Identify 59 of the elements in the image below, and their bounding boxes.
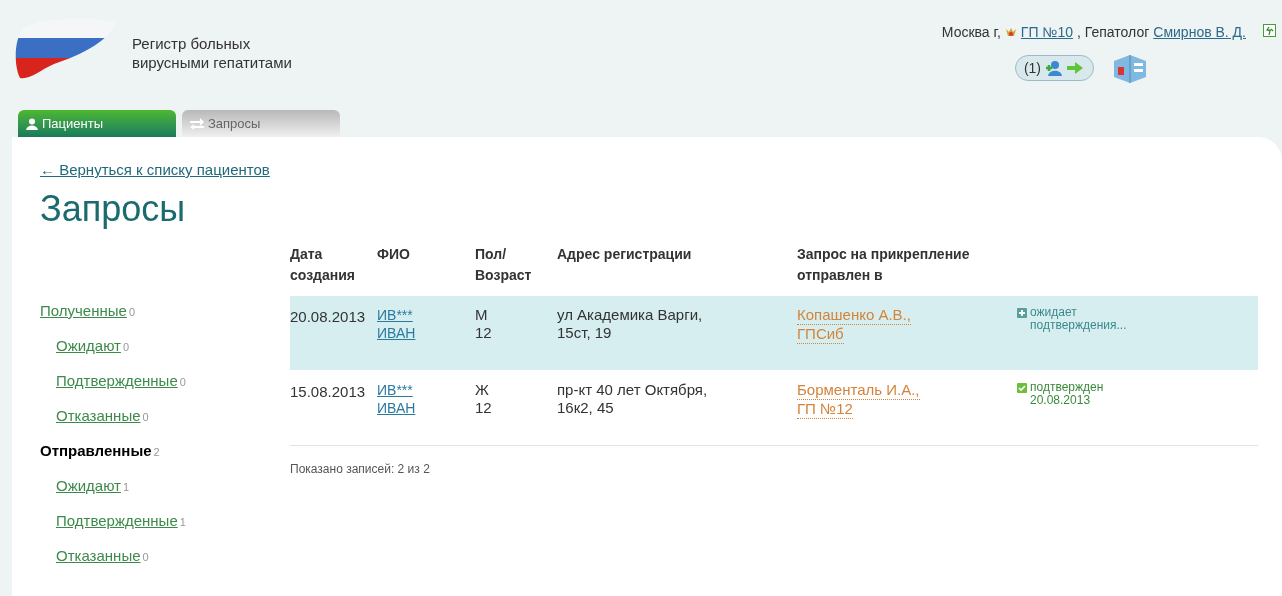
date-cell-text: 20.08.2013: [290, 306, 367, 327]
sidebar-item[interactable]: Отправленные: [40, 439, 152, 463]
sidebar-link[interactable]: Ожидают: [56, 334, 121, 358]
person-icon: [26, 117, 38, 130]
arrows-icon: [190, 117, 204, 130]
address-cell-text: ул Академика Варги, 15ст, 19: [556, 305, 704, 343]
emblem-icon: [1004, 26, 1017, 39]
sex-cell-text: Ж: [475, 380, 490, 399]
exit-icon[interactable]: [1263, 24, 1276, 37]
role-label: Гепатолог: [1084, 23, 1150, 42]
count: 0: [128, 305, 136, 321]
status-text: подтвержден 20.08.2013: [1030, 380, 1104, 409]
sidebar-link[interactable]: Подтвержденные: [56, 369, 178, 393]
age-cell-text: 12: [475, 398, 493, 417]
records-count: Показано записей: 2 из 2: [290, 460, 431, 478]
count: 0: [142, 550, 149, 566]
status-text: ожидает подтверждения...: [1030, 305, 1127, 334]
checkbox-icon: [1017, 382, 1027, 393]
tab[interactable]: Пациенты: [18, 110, 176, 137]
user-link[interactable]: Смирнов В. Д.: [1153, 22, 1246, 43]
sidebar-link[interactable]: Отказанные: [56, 404, 141, 428]
age-cell-text: 12: [475, 323, 493, 342]
tab[interactable]: Запросы: [182, 110, 340, 137]
recipient-link[interactable]: Борменталь И.А.,: [797, 380, 920, 400]
sidebar-link[interactable]: Полученные: [40, 299, 127, 323]
person-arrow-icon: [1045, 60, 1085, 76]
patient-link[interactable]: ИВАН: [377, 323, 416, 342]
sex-cell-text: М: [475, 305, 489, 324]
count: 0: [179, 375, 186, 391]
count: 0: [142, 410, 149, 426]
address-cell-text: пр-кт 40 лет Октября, 16к2, 45: [556, 380, 709, 418]
count: 2: [153, 445, 160, 461]
recipient-link[interactable]: ГП №12: [797, 399, 853, 419]
page-title: Запросы: [40, 187, 186, 230]
city-label: Москва г,: [941, 23, 1001, 42]
back-link[interactable]: ← Вернуться к списку пациентов: [40, 159, 270, 182]
column-header: Дата создания: [290, 244, 357, 285]
patient-link[interactable]: ИВАН: [377, 398, 416, 417]
app-title: Регистр больных вирусными гепатитами: [132, 34, 293, 72]
clinic-link[interactable]: ГП №10: [1020, 22, 1073, 43]
column-header: ФИО: [377, 244, 411, 264]
separator-text: ,: [1076, 23, 1081, 42]
sidebar-link[interactable]: Подтвержденные: [56, 509, 178, 533]
column-header: Запрос на прикрепление отправлен в: [797, 244, 971, 285]
count: 0: [122, 340, 130, 356]
count: 1: [179, 515, 186, 531]
patient-link[interactable]: ИВ***: [377, 380, 413, 399]
recipient-link[interactable]: Копашенко А.В.,: [797, 305, 911, 325]
sidebar-link[interactable]: Ожидают: [56, 474, 121, 498]
date-cell-text: 15.08.2013: [290, 381, 367, 402]
table-row[interactable]: 20.08.2013 ИВ*** ИВАН М 12 ул Академика Варги, 15ст, 19 Копашенко А.В., ГПСиб ожидает подтверждения...: [290, 295, 1258, 371]
column-header: Пол/ Возраст: [475, 244, 533, 285]
patient-link[interactable]: ИВ***: [377, 305, 413, 324]
transfer-button[interactable]: (1): [1014, 55, 1094, 81]
recipient-link[interactable]: ГПСиб: [797, 324, 844, 344]
count: 1: [122, 480, 130, 496]
column-header: Адрес регистрации: [556, 244, 693, 264]
plus-icon: [1017, 307, 1027, 318]
sidebar-link[interactable]: Отказанные: [56, 544, 141, 568]
